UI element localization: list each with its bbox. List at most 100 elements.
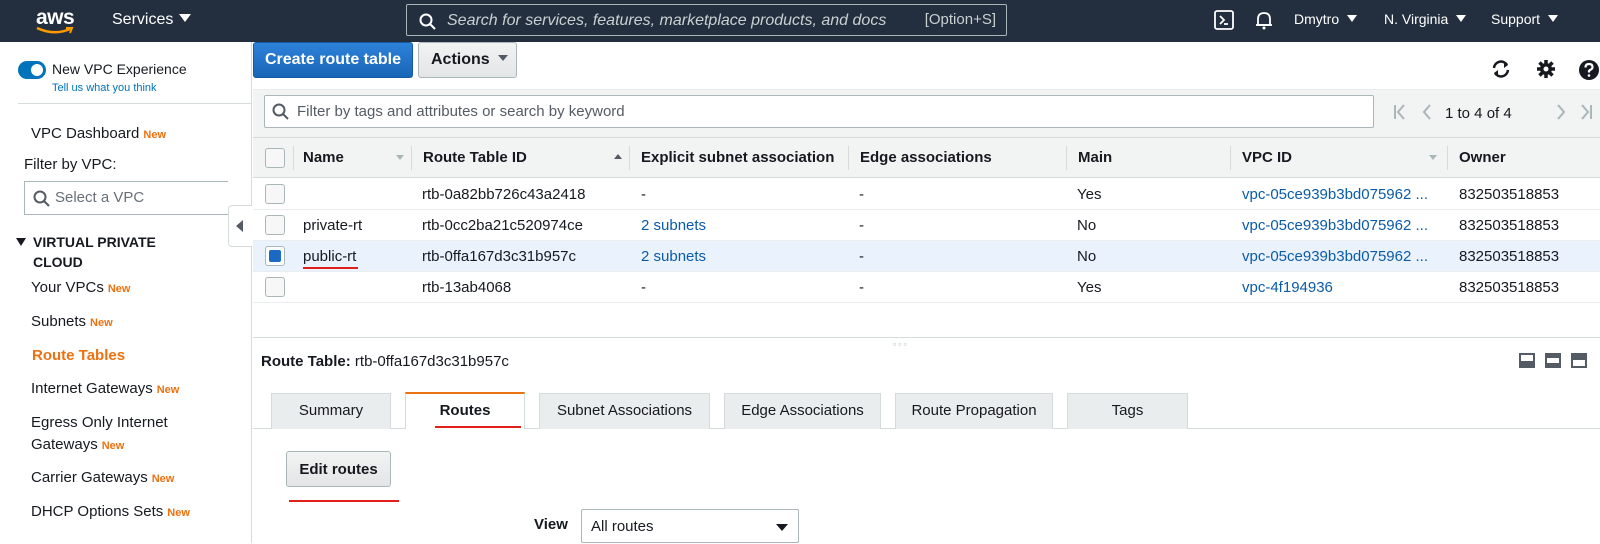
column-header-main[interactable]: Main: [1078, 138, 1178, 178]
new-badge: New: [101, 440, 125, 452]
column-divider: [1447, 146, 1448, 170]
cell-vpc-id-link[interactable]: vpc-05ce939b3bd075962 ...: [1242, 210, 1442, 241]
feedback-link[interactable]: Tell us what you think: [52, 82, 157, 94]
filter-input[interactable]: [297, 103, 1297, 120]
route-table-detail-title: Route Table: rtb-0ffa167d3c31b957c: [261, 353, 509, 370]
gear-icon[interactable]: [1536, 59, 1556, 79]
cell-owner: 832503518853: [1459, 279, 1560, 296]
cell-main: No: [1077, 217, 1097, 234]
global-search[interactable]: [Option+S]: [406, 4, 1007, 36]
column-header-edge-associations[interactable]: Edge associations: [860, 138, 1060, 178]
cell-name: private-rt: [303, 217, 363, 234]
annotation-underline: [289, 500, 399, 502]
help-icon[interactable]: [1578, 59, 1600, 81]
new-badge: New: [156, 384, 180, 396]
last-page-icon[interactable]: [1579, 103, 1593, 121]
chevron-down-icon: [1456, 15, 1467, 22]
top-navigation-bar: aws Services [Option+S] Dmytro N. Virgin…: [0, 0, 1600, 42]
cell-vpc-id-link[interactable]: vpc-05ce939b3bd075962 ...: [1242, 179, 1442, 210]
cell-edge-associations: -: [859, 279, 864, 296]
cell-main: Yes: [1077, 186, 1102, 203]
view-select-value: All routes: [591, 518, 654, 535]
sidebar-item-label: Carrier Gateways: [31, 469, 148, 486]
refresh-icon[interactable]: [1490, 59, 1512, 79]
sidebar-item-internet-gateways[interactable]: Internet Gateways New: [31, 378, 179, 401]
tab-subnet-associations[interactable]: Subnet Associations: [539, 393, 710, 429]
sidebar-item-vpc-dashboard[interactable]: VPC Dashboard New: [31, 123, 166, 146]
sidebar-item-route-tables[interactable]: Route Tables: [32, 345, 125, 367]
tab-tags[interactable]: Tags: [1067, 393, 1188, 429]
region-label: N. Virginia: [1384, 11, 1449, 27]
table-row-selected[interactable]: public-rt rtb-0ffa167d3c31b957c 2 subnet…: [253, 241, 1600, 272]
column-divider: [411, 146, 412, 170]
cell-subnet-association-link[interactable]: 2 subnets: [641, 210, 841, 241]
column-header-route-table-id[interactable]: Route Table ID: [423, 138, 613, 178]
actions-label: Actions: [431, 51, 490, 68]
table-row[interactable]: rtb-0a82bb726c43a2418 - - Yes vpc-05ce93…: [253, 179, 1600, 210]
sidebar-item-egress-only-internet-gateways[interactable]: Egress Only Internet Gateways New: [31, 412, 201, 457]
actions-button[interactable]: Actions: [418, 42, 517, 78]
sidebar-item-label: DHCP Options Sets: [31, 503, 164, 520]
table-row[interactable]: private-rt rtb-0cc2ba21c520974ce 2 subne…: [253, 210, 1600, 241]
view-select[interactable]: All routes: [581, 509, 799, 543]
tab-summary[interactable]: Summary: [271, 393, 391, 429]
edit-routes-button[interactable]: Edit routes: [286, 451, 391, 487]
cell-edge-associations: -: [859, 248, 864, 265]
sort-ascending-icon[interactable]: [614, 154, 622, 159]
collapse-sidebar-button[interactable]: [228, 205, 252, 247]
layout-split-icon[interactable]: [1545, 353, 1561, 368]
cloudshell-icon[interactable]: [1214, 10, 1234, 30]
user-menu[interactable]: Dmytro: [1294, 11, 1358, 27]
vpc-filter-input[interactable]: [55, 189, 215, 206]
cell-route-table-id: rtb-0a82bb726c43a2418: [422, 186, 586, 203]
column-header-name[interactable]: Name: [303, 138, 398, 178]
user-label: Dmytro: [1294, 11, 1340, 27]
vpc-filter-select[interactable]: [24, 181, 228, 215]
column-header-owner[interactable]: Owner: [1459, 138, 1589, 178]
previous-page-icon[interactable]: [1421, 103, 1433, 121]
row-checkbox[interactable]: [265, 277, 285, 297]
layout-top-icon[interactable]: [1571, 353, 1587, 368]
next-page-icon[interactable]: [1555, 103, 1567, 121]
sidebar-item-label: VPC Dashboard: [31, 125, 140, 142]
first-page-icon[interactable]: [1393, 103, 1407, 121]
tab-edge-associations[interactable]: Edge Associations: [724, 393, 881, 429]
pane-splitter[interactable]: ▫▫▫: [253, 337, 1600, 349]
aws-logo[interactable]: aws: [34, 6, 78, 36]
layout-bottom-icon[interactable]: [1519, 353, 1535, 368]
column-header-explicit-subnet-association[interactable]: Explicit subnet association: [641, 138, 841, 178]
tab-routes[interactable]: Routes: [405, 392, 525, 429]
select-all-checkbox[interactable]: [265, 148, 285, 168]
cell-route-table-id: rtb-0cc2ba21c520974ce: [422, 217, 583, 234]
support-menu[interactable]: Support: [1491, 11, 1559, 27]
search-shortcut: [Option+S]: [924, 11, 996, 28]
drag-handle-icon[interactable]: ▫▫▫: [893, 339, 909, 349]
cell-vpc-id-link[interactable]: vpc-4f194936: [1242, 272, 1442, 303]
region-menu[interactable]: N. Virginia: [1384, 11, 1467, 27]
new-badge: New: [107, 283, 131, 295]
row-checkbox[interactable]: [265, 215, 285, 235]
global-search-input[interactable]: [447, 10, 917, 32]
row-checkbox[interactable]: [265, 184, 285, 204]
bell-icon[interactable]: [1254, 10, 1274, 30]
sidebar-divider: [18, 103, 252, 104]
services-menu[interactable]: Services: [112, 11, 192, 29]
column-header-vpc-id[interactable]: VPC ID: [1242, 138, 1422, 178]
cell-subnet-association-link[interactable]: 2 subnets: [641, 241, 841, 272]
chevron-down-icon: [497, 55, 508, 61]
tab-route-propagation[interactable]: Route Propagation: [895, 393, 1053, 429]
support-label: Support: [1491, 11, 1541, 27]
sidebar-item-your-vpcs[interactable]: Your VPCs New: [31, 277, 130, 300]
sidebar-item-subnets[interactable]: Subnets New: [31, 311, 113, 334]
row-checkbox-checked[interactable]: [265, 246, 285, 266]
cell-vpc-id-link[interactable]: vpc-05ce939b3bd075962 ...: [1242, 241, 1442, 272]
sidebar-item-carrier-gateways[interactable]: Carrier Gateways New: [31, 467, 174, 490]
sort-caret-icon[interactable]: [1429, 155, 1437, 160]
view-label: View: [534, 516, 568, 533]
create-route-table-button[interactable]: Create route table: [253, 42, 413, 78]
filter-search[interactable]: [264, 95, 1374, 128]
sidebar-item-dhcp-options-sets[interactable]: DHCP Options Sets New: [31, 501, 190, 524]
sort-caret-icon[interactable]: [396, 155, 404, 160]
table-row[interactable]: rtb-13ab4068 - - Yes vpc-4f194936 832503…: [253, 272, 1600, 303]
new-vpc-experience-toggle[interactable]: [18, 61, 46, 79]
